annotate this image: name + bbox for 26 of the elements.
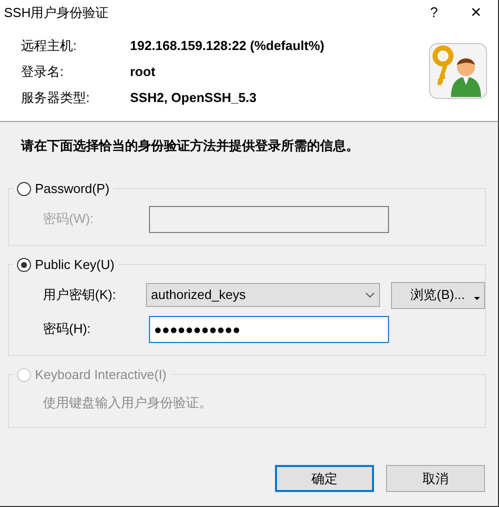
- info-label: 远程主机:: [21, 37, 78, 56]
- info-label: 登录名:: [21, 63, 65, 82]
- window-title: SSH用户身份验证: [4, 4, 110, 22]
- instruction-text: 请在下面选择恰当的身份验证方法并提供登录所需的信息。: [21, 138, 359, 153]
- method-label[interactable]: Password(P): [35, 179, 110, 198]
- browse-button[interactable]: 浏览(B)...: [390, 282, 485, 308]
- method-label[interactable]: Public Key(U): [35, 255, 114, 274]
- info-value: 192.168.159.128:22 (%default%): [130, 37, 324, 56]
- method-description: 使用键盘输入用户身份验证。: [43, 395, 212, 410]
- field-label: 密码(W):: [43, 210, 95, 228]
- help-button[interactable]: ?: [414, 2, 454, 23]
- field-label: 用户密钥(K):: [43, 286, 117, 304]
- close-button[interactable]: ×: [454, 0, 498, 26]
- key-user-icon: [429, 43, 487, 99]
- ok-button[interactable]: 确定: [275, 465, 374, 492]
- chevron-down-icon: [364, 292, 375, 298]
- info-label: 服务器类型:: [21, 89, 91, 108]
- dropdown-arrow-icon: [474, 296, 480, 300]
- key-dropdown[interactable]: authorized_keys: [146, 283, 380, 307]
- password-field[interactable]: ●●●●●●●●●●●: [149, 316, 389, 342]
- radio-button[interactable]: [17, 258, 31, 272]
- field-label: 密码(H):: [43, 320, 92, 338]
- radio-button[interactable]: [17, 182, 31, 196]
- cancel-button[interactable]: 取消: [386, 465, 485, 492]
- info-value: SSH2, OpenSSH_5.3: [130, 89, 256, 108]
- info-value: root: [130, 63, 156, 82]
